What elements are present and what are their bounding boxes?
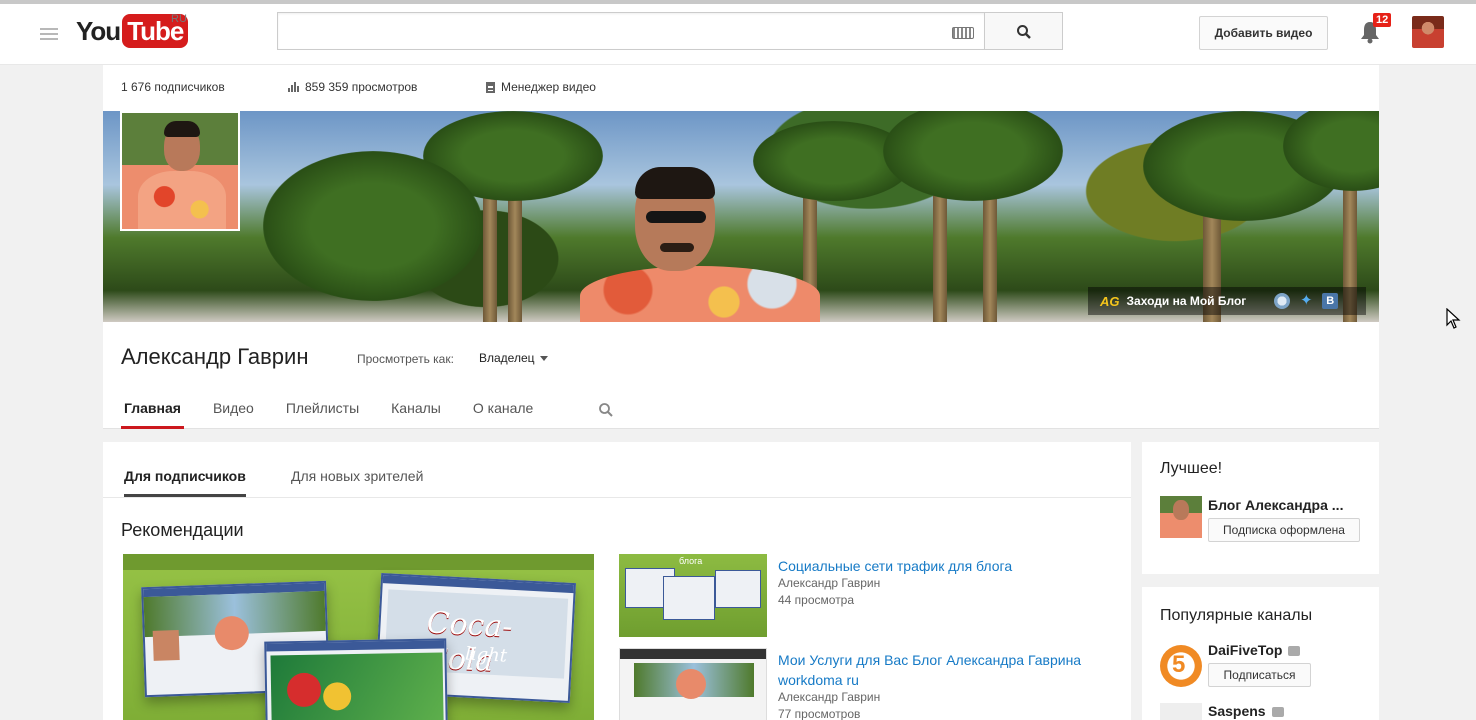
popular-channel-name-2[interactable]: Saspens	[1208, 703, 1284, 719]
best-title: Лучшее!	[1160, 460, 1223, 477]
verified-icon-2	[1271, 707, 1284, 718]
section-title: Рекомендации	[121, 520, 244, 540]
saspens-avatar[interactable]	[1160, 703, 1202, 720]
side-video-1-thumbnail[interactable]: блога	[619, 554, 767, 637]
subscribe-button[interactable]: Подписаться	[1208, 663, 1311, 687]
best-channel-name[interactable]: Блог Александра ...	[1208, 497, 1343, 513]
view-as-dropdown[interactable]: Владелец	[479, 351, 548, 365]
side-video-1-caption: блога	[679, 556, 703, 566]
side-video-1-author[interactable]: Александр Гаврин	[778, 576, 880, 590]
side-video-2-author[interactable]: Александр Гаврин	[778, 690, 880, 704]
verified-icon	[1288, 646, 1301, 657]
tab-home[interactable]: Главная	[121, 394, 184, 429]
tab-playlists[interactable]: Плейлисты	[283, 394, 362, 429]
blog-link[interactable]: Заходи на Мой Блог	[1127, 294, 1247, 308]
side-video-1[interactable]: блога Социальные сети трафик для блога А…	[619, 554, 1109, 638]
popular-channel-name[interactable]: DaiFiveTop	[1208, 642, 1301, 658]
vk-icon[interactable]: B	[1322, 293, 1339, 309]
channel-tabs: Главная Видео Плейлисты Каналы О канале	[121, 394, 562, 429]
logo-you-text: You	[76, 15, 121, 46]
side-video-2-title[interactable]: Мои Услуги для Вас Блог Александра Гаври…	[778, 650, 1098, 690]
channel-stats-bar: 1 676 подписчиков 859 359 просмотров Мен…	[103, 65, 1379, 111]
subscriber-count-text: 1 676 подписчиков	[121, 80, 225, 94]
side-video-2-thumbnail[interactable]	[619, 648, 767, 720]
side-video-1-title[interactable]: Социальные сети трафик для блога	[778, 556, 1098, 576]
popular-channel-name-2-text: Saspens	[1208, 703, 1266, 719]
twitter-icon[interactable]: ✦	[1298, 293, 1314, 309]
guide-menu-icon[interactable]	[40, 28, 58, 40]
channel-avatar[interactable]	[120, 111, 240, 231]
search-icon	[1017, 25, 1031, 39]
mouse-cursor-icon	[1446, 308, 1461, 329]
coca-cola-light: light	[464, 643, 508, 667]
search-button[interactable]	[984, 12, 1063, 50]
subscribed-button[interactable]: Подписка оформлена	[1208, 518, 1360, 542]
channel-name[interactable]: Александр Гаврин	[121, 344, 308, 370]
channel-search-icon[interactable]	[598, 402, 614, 418]
video-manager-text: Менеджер видео	[501, 80, 596, 94]
region-label: RU	[171, 13, 187, 25]
view-count: 859 359 просмотров	[288, 80, 417, 94]
subtab-subscribers[interactable]: Для подписчиков	[124, 468, 246, 497]
search-input[interactable]	[277, 12, 985, 50]
globe-icon[interactable]	[1274, 293, 1291, 309]
banner-links-overlay: AG Заходи на Мой Блог ✦ B	[1088, 287, 1366, 315]
popular-title: Популярные каналы	[1160, 607, 1313, 624]
side-video-2-views: 77 просмотров	[778, 707, 861, 720]
view-count-text: 859 359 просмотров	[305, 80, 418, 94]
stats-bars-icon	[288, 82, 299, 92]
ag-logo: AG	[1100, 293, 1120, 309]
tab-videos[interactable]: Видео	[210, 394, 257, 429]
daifivetop-avatar[interactable]: 5	[1160, 645, 1202, 687]
side-video-2[interactable]: Мои Услуги для Вас Блог Александра Гаври…	[619, 648, 1109, 720]
video-manager-link[interactable]: Менеджер видео	[486, 80, 596, 94]
popular-channel-name-text: DaiFiveTop	[1208, 642, 1283, 658]
view-as-value: Владелец	[479, 351, 535, 365]
channel-header: Александр Гаврин Просмотреть как: Владел…	[103, 322, 1379, 429]
featured-video-thumbnail[interactable]: Coca-Cola light	[123, 554, 594, 720]
user-avatar[interactable]	[1412, 16, 1444, 48]
main-content: Для подписчиков Для новых зрителей Реком…	[103, 442, 1131, 720]
best-channel-avatar[interactable]	[1160, 496, 1202, 538]
best-card: Лучшее! Блог Александра ... Подписка офо…	[1142, 442, 1379, 574]
tab-channels[interactable]: Каналы	[388, 394, 444, 429]
notification-count-badge[interactable]: 12	[1373, 13, 1392, 27]
upload-video-button[interactable]: Добавить видео	[1199, 16, 1328, 50]
subtabs: Для подписчиков Для новых зрителей	[103, 442, 1131, 498]
banner-person-image	[580, 167, 820, 322]
view-as-label: Просмотреть как:	[357, 352, 454, 366]
subtab-new-viewers[interactable]: Для новых зрителей	[291, 468, 423, 494]
subscriber-count: 1 676 подписчиков	[121, 80, 225, 94]
keyboard-icon[interactable]	[952, 27, 974, 39]
tab-about[interactable]: О канале	[470, 394, 536, 429]
side-video-1-views: 44 просмотра	[778, 593, 855, 607]
caret-down-icon	[539, 355, 548, 361]
popular-channels-card: Популярные каналы 5 DaiFiveTop Подписать…	[1142, 587, 1379, 720]
film-icon	[486, 81, 495, 93]
